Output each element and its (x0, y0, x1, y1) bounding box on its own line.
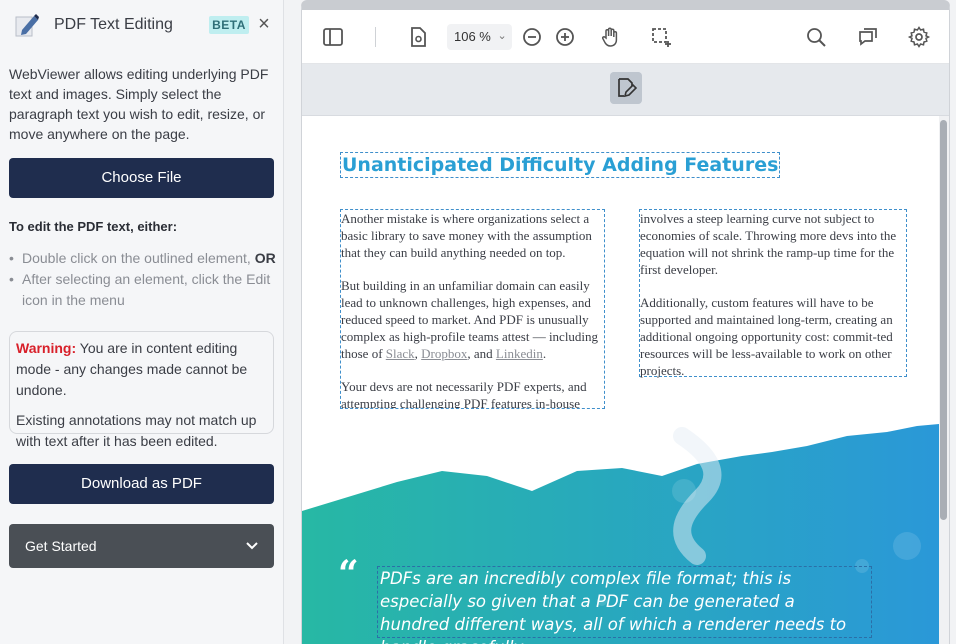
scrollbar-thumb[interactable] (940, 120, 947, 520)
chevron-down-icon (246, 542, 258, 550)
warning-text: Warning: You are in content editing mode… (16, 338, 267, 401)
pdf-viewer: 106 % ⌄ Unanticipated Difficulty Adding … (301, 0, 950, 644)
period: . (542, 346, 547, 361)
search-icon[interactable] (804, 25, 828, 49)
pull-quote[interactable]: PDFs are an incredibly complex file form… (377, 566, 872, 644)
app-root: PDF Text Editing BETA × WebViewer allows… (0, 0, 956, 644)
pan-hand-icon[interactable] (598, 25, 622, 49)
list-item-text: Double click on the outlined element, (22, 250, 255, 266)
link-dropbox[interactable]: Dropbox (421, 346, 467, 361)
quote-mark-icon: “ (338, 553, 359, 595)
paragraph: But building in an unfamiliar domain can… (341, 277, 604, 362)
warning-label: Warning: (16, 340, 77, 356)
toolbar-divider (375, 27, 376, 47)
settings-gear-icon[interactable] (907, 25, 931, 49)
viewer-toolbar: 106 % ⌄ (302, 10, 949, 64)
edit-instructions-title: To edit the PDF text, either: (9, 219, 178, 234)
link-slack[interactable]: Slack (386, 346, 415, 361)
sidebar-header: PDF Text Editing BETA × (0, 0, 284, 50)
content-edit-toolbar (302, 64, 949, 116)
get-started-label: Get Started (25, 538, 97, 554)
sidebar-title: PDF Text Editing (54, 16, 173, 33)
zoom-out-icon[interactable] (520, 25, 544, 49)
paragraph: Additionally, custom features will have … (640, 295, 893, 378)
link-linkedin[interactable]: Linkedin (496, 346, 543, 361)
marquee-select-icon[interactable] (649, 25, 673, 49)
list-item-bold: OR (254, 250, 276, 266)
zoom-value: 106 % (454, 29, 491, 44)
close-icon[interactable]: × (254, 14, 274, 34)
pdf-heading[interactable]: Unanticipated Difficulty Adding Features (340, 152, 781, 178)
chevron-down-icon: ⌄ (497, 30, 507, 42)
page-settings-icon[interactable] (406, 25, 430, 49)
sidebar: PDF Text Editing BETA × WebViewer allows… (0, 0, 284, 644)
sidebar-intro: WebViewer allows editing underlying PDF … (9, 66, 269, 142)
zoom-in-icon[interactable] (553, 25, 577, 49)
list-item: After selecting an element, click the Ed… (9, 269, 277, 311)
paragraph: Your devs are not necessarily PDF expert… (341, 379, 587, 409)
sidebar-toggle-icon[interactable] (321, 25, 345, 49)
list-item: Double click on the outlined element, OR (9, 248, 277, 269)
beta-badge: BETA (209, 16, 249, 34)
warning-box: Warning: You are in content editing mode… (9, 331, 274, 449)
get-started-dropdown[interactable]: Get Started (9, 524, 274, 568)
edit-content-icon[interactable] (610, 72, 642, 104)
pdf-edit-logo-icon (15, 14, 39, 37)
text-block-right[interactable]: involves a steep learning curve not subj… (639, 209, 907, 378)
download-pdf-button[interactable]: Download as PDF (9, 464, 274, 504)
separator: , and (467, 346, 496, 361)
choose-file-button[interactable]: Choose File (9, 158, 274, 198)
text-block-left[interactable]: Another mistake is where organizations s… (340, 209, 605, 409)
pdf-page: Unanticipated Difficulty Adding Features… (302, 116, 939, 644)
edit-instructions-list: Double click on the outlined element, OR… (9, 248, 277, 311)
warning-note: Existing annotations may not match up wi… (16, 412, 257, 449)
comments-icon[interactable] (856, 25, 880, 49)
paragraph: Another mistake is where organizations s… (341, 211, 592, 260)
list-item-text: After selecting an element, click the Ed… (22, 271, 271, 308)
zoom-dropdown[interactable]: 106 % ⌄ (447, 24, 512, 50)
paragraph: involves a steep learning curve not subj… (640, 211, 897, 277)
